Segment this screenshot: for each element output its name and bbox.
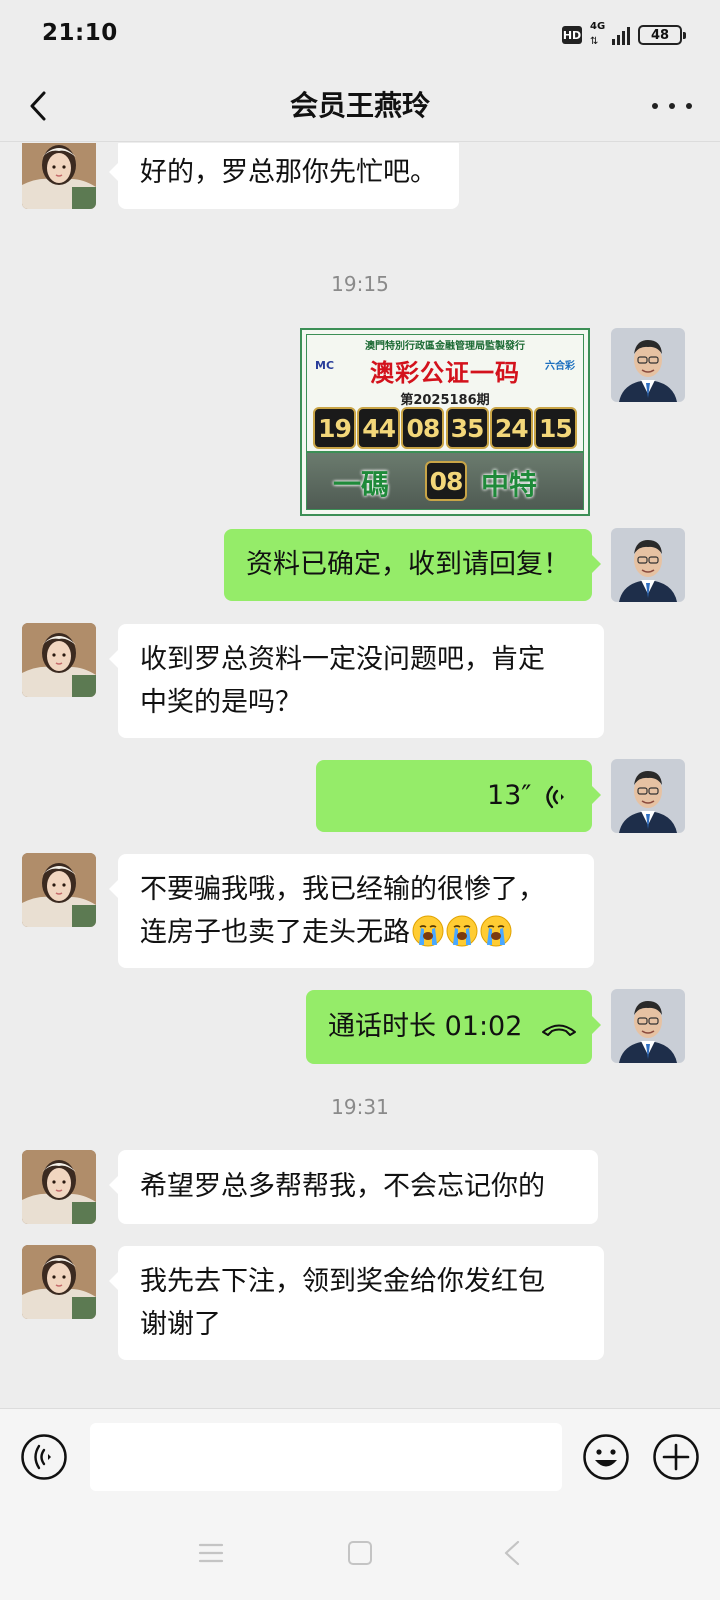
message-text: 希望罗总多帮帮我，不会忘记你的	[140, 1171, 545, 1202]
lottery-number: 24	[489, 407, 533, 449]
lottery-bottom-left: 一碼	[333, 468, 390, 501]
message-text: 不要骗我哦，我已经输的很惨了，	[140, 874, 545, 905]
phone-hangup-icon	[542, 1024, 576, 1036]
crying-face-emoji	[480, 915, 512, 947]
voice-message-bubble[interactable]: 13″	[316, 760, 601, 832]
lottery-code: 08	[425, 461, 467, 501]
timestamp: 19:15	[331, 272, 389, 296]
message-bubble-received[interactable]: 我先去下注，领到奖金给你发红包 谢谢了	[109, 1246, 604, 1360]
avatar[interactable]	[22, 1150, 96, 1224]
status-bar: 21:10 HD 4G ⇅ 48	[0, 0, 720, 70]
message-input[interactable]	[90, 1423, 562, 1491]
message-text: 好的，罗总那你先忙吧。	[140, 157, 437, 188]
voice-input-icon[interactable]	[20, 1433, 68, 1481]
avatar[interactable]	[22, 623, 96, 697]
lottery-number: 35	[445, 407, 489, 449]
chat-title: 会员王燕玲	[289, 89, 430, 122]
plus-circle-icon[interactable]	[652, 1433, 700, 1481]
lottery-number: 44	[357, 407, 401, 449]
chevron-left-icon[interactable]	[22, 88, 58, 124]
message-bubble-received[interactable]: 收到罗总资料一定没问题吧，肯定 中奖的是吗？	[109, 624, 604, 738]
battery-icon: 48	[638, 25, 686, 45]
menu-icon[interactable]	[198, 1542, 224, 1564]
message-text: 连房子也卖了走头无路	[140, 917, 410, 948]
message-bubble-sent[interactable]: 资料已确定，收到请回复！	[224, 529, 601, 601]
message-text: 中奖的是吗？	[140, 687, 302, 718]
status-time: 21:10	[42, 20, 118, 46]
avatar[interactable]	[611, 528, 685, 602]
chat-messages[interactable]: 好的，罗总那你先忙吧。 19:15 澳門特別行政區金融管理局監製發行 MC 澳彩…	[0, 143, 720, 1408]
message-text: 谢谢了	[140, 1309, 221, 1340]
lottery-header: 澳門特別行政區金融管理局監製發行	[365, 341, 525, 352]
hd-icon: HD	[562, 26, 582, 44]
avatar[interactable]	[611, 989, 685, 1063]
network-type-label: 4G	[590, 21, 606, 32]
voice-duration: 13″	[486, 780, 532, 811]
message-bubble-received[interactable]: 好的，罗总那你先忙吧。	[109, 143, 459, 209]
battery-level: 48	[650, 27, 670, 43]
message-text: 我先去下注，领到奖金给你发红包	[140, 1266, 545, 1297]
lottery-bottom-right: 中特	[481, 468, 538, 501]
lottery-number: 08	[401, 407, 445, 449]
more-dots-icon[interactable]	[652, 92, 692, 120]
lottery-title: 澳彩公证一码	[370, 358, 520, 387]
message-text: 资料已确定，收到请回复！	[246, 549, 570, 580]
back-triangle-icon[interactable]	[502, 1540, 522, 1566]
lottery-image[interactable]: 澳門特別行政區金融管理局監製發行 MC 澳彩公证一码 六合彩 第2025186期…	[300, 328, 590, 516]
home-icon[interactable]	[348, 1541, 372, 1565]
status-icons: HD 4G ⇅ 48	[562, 21, 686, 48]
lottery-logo-right: 六合彩	[545, 361, 575, 372]
crying-face-emoji	[412, 915, 444, 947]
smiley-icon[interactable]	[582, 1433, 630, 1481]
call-record-bubble[interactable]: 通话时长 01:02	[306, 990, 601, 1064]
voice-wave-icon	[546, 785, 564, 808]
crying-face-emoji	[446, 915, 478, 947]
lottery-bottom-banner: 一碼 08 中特	[307, 451, 583, 509]
avatar[interactable]	[611, 328, 685, 402]
message-input-bar	[0, 1408, 720, 1506]
lottery-number: 19	[313, 407, 356, 449]
avatar[interactable]	[22, 143, 96, 209]
lottery-issue: 第2025186期	[400, 393, 490, 408]
call-duration: 通话时长 01:02	[328, 1011, 523, 1042]
lottery-number: 15	[533, 407, 577, 449]
avatar[interactable]	[611, 759, 685, 833]
system-nav-bar	[0, 1506, 720, 1600]
lottery-numbers: 19 44 08 35 24 15	[313, 407, 577, 449]
message-bubble-received[interactable]: 希望罗总多帮帮我，不会忘记你的	[109, 1150, 598, 1224]
data-arrows-icon: ⇅	[590, 36, 599, 47]
message-bubble-received[interactable]: 不要骗我哦，我已经输的很惨了， 连房子也卖了走头无路	[109, 854, 594, 968]
signal-icon: 4G ⇅	[590, 21, 630, 47]
message-text: 收到罗总资料一定没问题吧，肯定	[140, 644, 545, 675]
avatar[interactable]	[22, 1245, 96, 1319]
chat-header: 会员王燕玲	[0, 70, 720, 142]
avatar[interactable]	[22, 853, 96, 927]
timestamp: 19:31	[331, 1095, 389, 1119]
